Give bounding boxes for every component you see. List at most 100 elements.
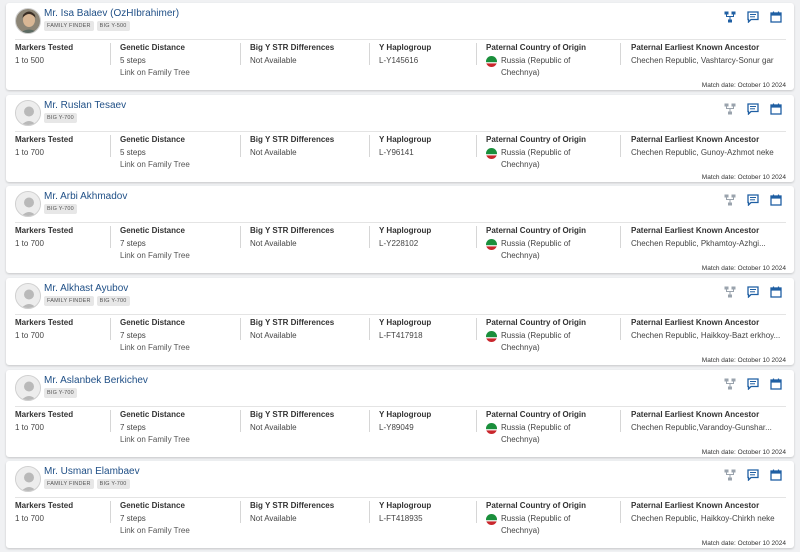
action-icons (724, 194, 782, 206)
ancestor-value: Chechen Republic, Vashtarcy-Sonur gar (631, 56, 774, 65)
haplogroup-value[interactable]: L-FT417918 (379, 330, 431, 342)
family-tree-link[interactable]: Link on Family Tree (120, 159, 190, 171)
flag-icon (486, 148, 497, 159)
divider (15, 222, 786, 223)
badge-group: BIG Y-700 (44, 204, 77, 214)
match-name-link[interactable]: Mr. Arbi Akhmadov (44, 191, 127, 202)
match-name-link[interactable]: Mr. Alkhast Ayubov (44, 283, 128, 294)
markers-column: Markers Tested 1 to 500 (15, 43, 73, 67)
avatar[interactable] (15, 100, 41, 126)
test-badge: BIG Y-700 (96, 296, 130, 306)
tree-icon[interactable] (724, 11, 736, 23)
str-column: Big Y STR Differences Not Available (250, 410, 334, 434)
country-line: Russia (Republic of Chechnya) (486, 147, 586, 171)
match-date: Match date: October 10 2024 (701, 540, 786, 547)
country-line: Russia (Republic of Chechnya) (486, 330, 586, 354)
haplo-column: Y Haplogroup L-FT418935 (379, 501, 431, 525)
avatar[interactable] (15, 8, 41, 34)
haplo-label: Y Haplogroup (379, 135, 432, 144)
chat-icon[interactable] (747, 11, 759, 23)
column-divider (240, 318, 241, 340)
column-divider (369, 135, 370, 157)
haplogroup-value[interactable]: L-Y89049 (379, 422, 431, 434)
haplogroup-value[interactable]: L-Y145616 (379, 55, 431, 67)
ancestor-value: Chechen Republic, Gunoy-Azhmot neke (631, 148, 774, 157)
country-label: Paternal Country of Origin (486, 318, 587, 327)
family-tree-link[interactable]: Link on Family Tree (120, 525, 190, 537)
ancestor-column: Paternal Earliest Known Ancestor Chechen … (631, 318, 780, 342)
haplogroup-value[interactable]: L-Y228102 (379, 238, 431, 250)
avatar[interactable] (15, 191, 41, 217)
chat-icon[interactable] (747, 103, 759, 115)
haplo-label: Y Haplogroup (379, 318, 432, 327)
avatar[interactable] (15, 375, 41, 401)
haplo-column: Y Haplogroup L-Y89049 (379, 410, 431, 434)
match-date: Match date: October 10 2024 (701, 174, 786, 181)
match-name-link[interactable]: Mr. Isa Balaev (OzHIbrahimer) (44, 8, 179, 19)
column-divider (476, 501, 477, 523)
tree-icon[interactable] (724, 378, 736, 390)
distance-column: Genetic Distance 7 steps Link on Family Tr… (120, 410, 190, 446)
distance-value: 7 steps (120, 514, 146, 523)
distance-label: Genetic Distance (120, 318, 185, 327)
calendar-icon[interactable] (770, 103, 782, 115)
divider (15, 406, 786, 407)
ancestor-column: Paternal Earliest Known Ancestor Chechen … (631, 135, 774, 159)
distance-value: 7 steps (120, 423, 146, 432)
match-list: Mr. Isa Balaev (OzHIbrahimer) FAMILY FIND… (0, 0, 800, 552)
chat-icon[interactable] (747, 378, 759, 390)
match-name-link[interactable]: Mr. Aslanbek Berkichev (44, 375, 148, 386)
calendar-icon[interactable] (770, 469, 782, 481)
family-tree-link[interactable]: Link on Family Tree (120, 434, 190, 446)
country-label: Paternal Country of Origin (486, 410, 587, 419)
column-divider (476, 135, 477, 157)
calendar-icon[interactable] (770, 378, 782, 390)
country-column: Paternal Country of Origin Russia (Republ… (486, 226, 586, 262)
family-tree-link[interactable]: Link on Family Tree (120, 250, 190, 262)
test-badge: BIG Y-700 (44, 113, 77, 123)
str-column: Big Y STR Differences Not Available (250, 135, 334, 159)
country-label: Paternal Country of Origin (486, 135, 587, 144)
haplogroup-value[interactable]: L-FT418935 (379, 513, 431, 525)
column-divider (240, 501, 241, 523)
tree-icon[interactable] (724, 103, 736, 115)
calendar-icon[interactable] (770, 194, 782, 206)
family-tree-link[interactable]: Link on Family Tree (120, 67, 190, 79)
column-divider (476, 226, 477, 248)
match-name-link[interactable]: Mr. Usman Elambaev (44, 466, 140, 477)
markers-value: 1 to 500 (15, 56, 44, 65)
ancestor-column: Paternal Earliest Known Ancestor Chechen … (631, 410, 772, 434)
tree-icon[interactable] (724, 194, 736, 206)
badge-group: FAMILY FINDER BIG Y-700 (44, 479, 130, 489)
country-value: Russia (Republic of Chechnya) (501, 148, 571, 169)
chat-icon[interactable] (747, 286, 759, 298)
chat-icon[interactable] (747, 469, 759, 481)
calendar-icon[interactable] (770, 11, 782, 23)
avatar[interactable] (15, 466, 41, 492)
markers-column: Markers Tested 1 to 700 (15, 501, 73, 525)
column-divider (620, 410, 621, 432)
calendar-icon[interactable] (770, 286, 782, 298)
chat-icon[interactable] (747, 194, 759, 206)
str-value: Not Available (250, 239, 297, 248)
country-column: Paternal Country of Origin Russia (Republ… (486, 135, 586, 171)
str-column: Big Y STR Differences Not Available (250, 501, 334, 525)
markers-value: 1 to 700 (15, 239, 44, 248)
haplo-label: Y Haplogroup (379, 226, 432, 235)
haplo-column: Y Haplogroup L-FT417918 (379, 318, 431, 342)
match-name-link[interactable]: Mr. Ruslan Tesaev (44, 100, 126, 111)
haplogroup-value[interactable]: L-Y96141 (379, 147, 431, 159)
tree-icon[interactable] (724, 469, 736, 481)
haplo-label: Y Haplogroup (379, 410, 432, 419)
divider (15, 39, 786, 40)
match-date: Match date: October 10 2024 (701, 357, 786, 364)
avatar[interactable] (15, 283, 41, 309)
column-divider (369, 226, 370, 248)
tree-icon[interactable] (724, 286, 736, 298)
column-divider (476, 318, 477, 340)
str-label: Big Y STR Differences (250, 135, 335, 144)
family-tree-link[interactable]: Link on Family Tree (120, 342, 190, 354)
haplo-column: Y Haplogroup L-Y96141 (379, 135, 431, 159)
column-divider (369, 318, 370, 340)
ancestor-column: Paternal Earliest Known Ancestor Chechen … (631, 43, 774, 67)
